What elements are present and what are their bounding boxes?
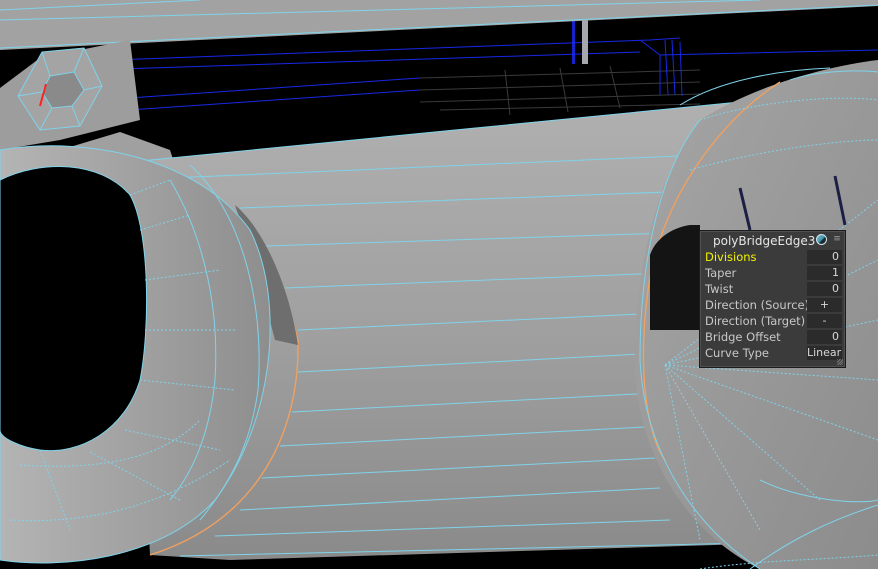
node-state-icon[interactable] — [816, 234, 827, 245]
resize-grip-icon[interactable] — [837, 359, 843, 365]
attr-value-field[interactable]: 0 — [807, 250, 842, 264]
left-ring-hole — [0, 166, 148, 452]
attr-row-twist[interactable]: Twist 0 — [701, 281, 844, 297]
inbox-title: polyBridgeEdge3 — [713, 234, 816, 248]
inbox-header[interactable]: polyBridgeEdge3 ≡ — [700, 231, 845, 249]
attr-row-taper[interactable]: Taper 1 — [701, 265, 844, 281]
attr-row-divisions[interactable]: Divisions 0 — [701, 249, 844, 265]
attr-row-direction-target[interactable]: Direction (Target) - — [701, 313, 844, 329]
attr-label: Divisions — [705, 250, 757, 264]
attr-row-direction-source[interactable]: Direction (Source) + — [701, 297, 844, 313]
attr-value-field[interactable]: Linear — [807, 346, 842, 360]
attr-value-field[interactable]: 0 — [807, 330, 842, 344]
attr-value-field[interactable]: - — [807, 314, 842, 328]
attr-label: Taper — [705, 266, 737, 280]
menu-icon[interactable]: ≡ — [833, 235, 841, 244]
attr-row-bridge-offset[interactable]: Bridge Offset 0 — [701, 329, 844, 345]
attr-value-field[interactable]: + — [807, 298, 842, 312]
attr-label: Direction (Target) — [705, 314, 806, 328]
attr-value-field[interactable]: 1 — [807, 266, 842, 280]
attr-label: Curve Type — [705, 346, 769, 360]
attribute-inbox-panel[interactable]: polyBridgeEdge3 ≡ Divisions 0 Taper 1 Tw… — [699, 230, 846, 368]
attr-value-field[interactable]: 0 — [807, 282, 842, 296]
attr-row-curve-type[interactable]: Curve Type Linear — [701, 345, 844, 361]
attr-label: Twist — [705, 282, 734, 296]
attr-label: Direction (Source) — [705, 298, 810, 312]
attr-label: Bridge Offset — [705, 330, 781, 344]
